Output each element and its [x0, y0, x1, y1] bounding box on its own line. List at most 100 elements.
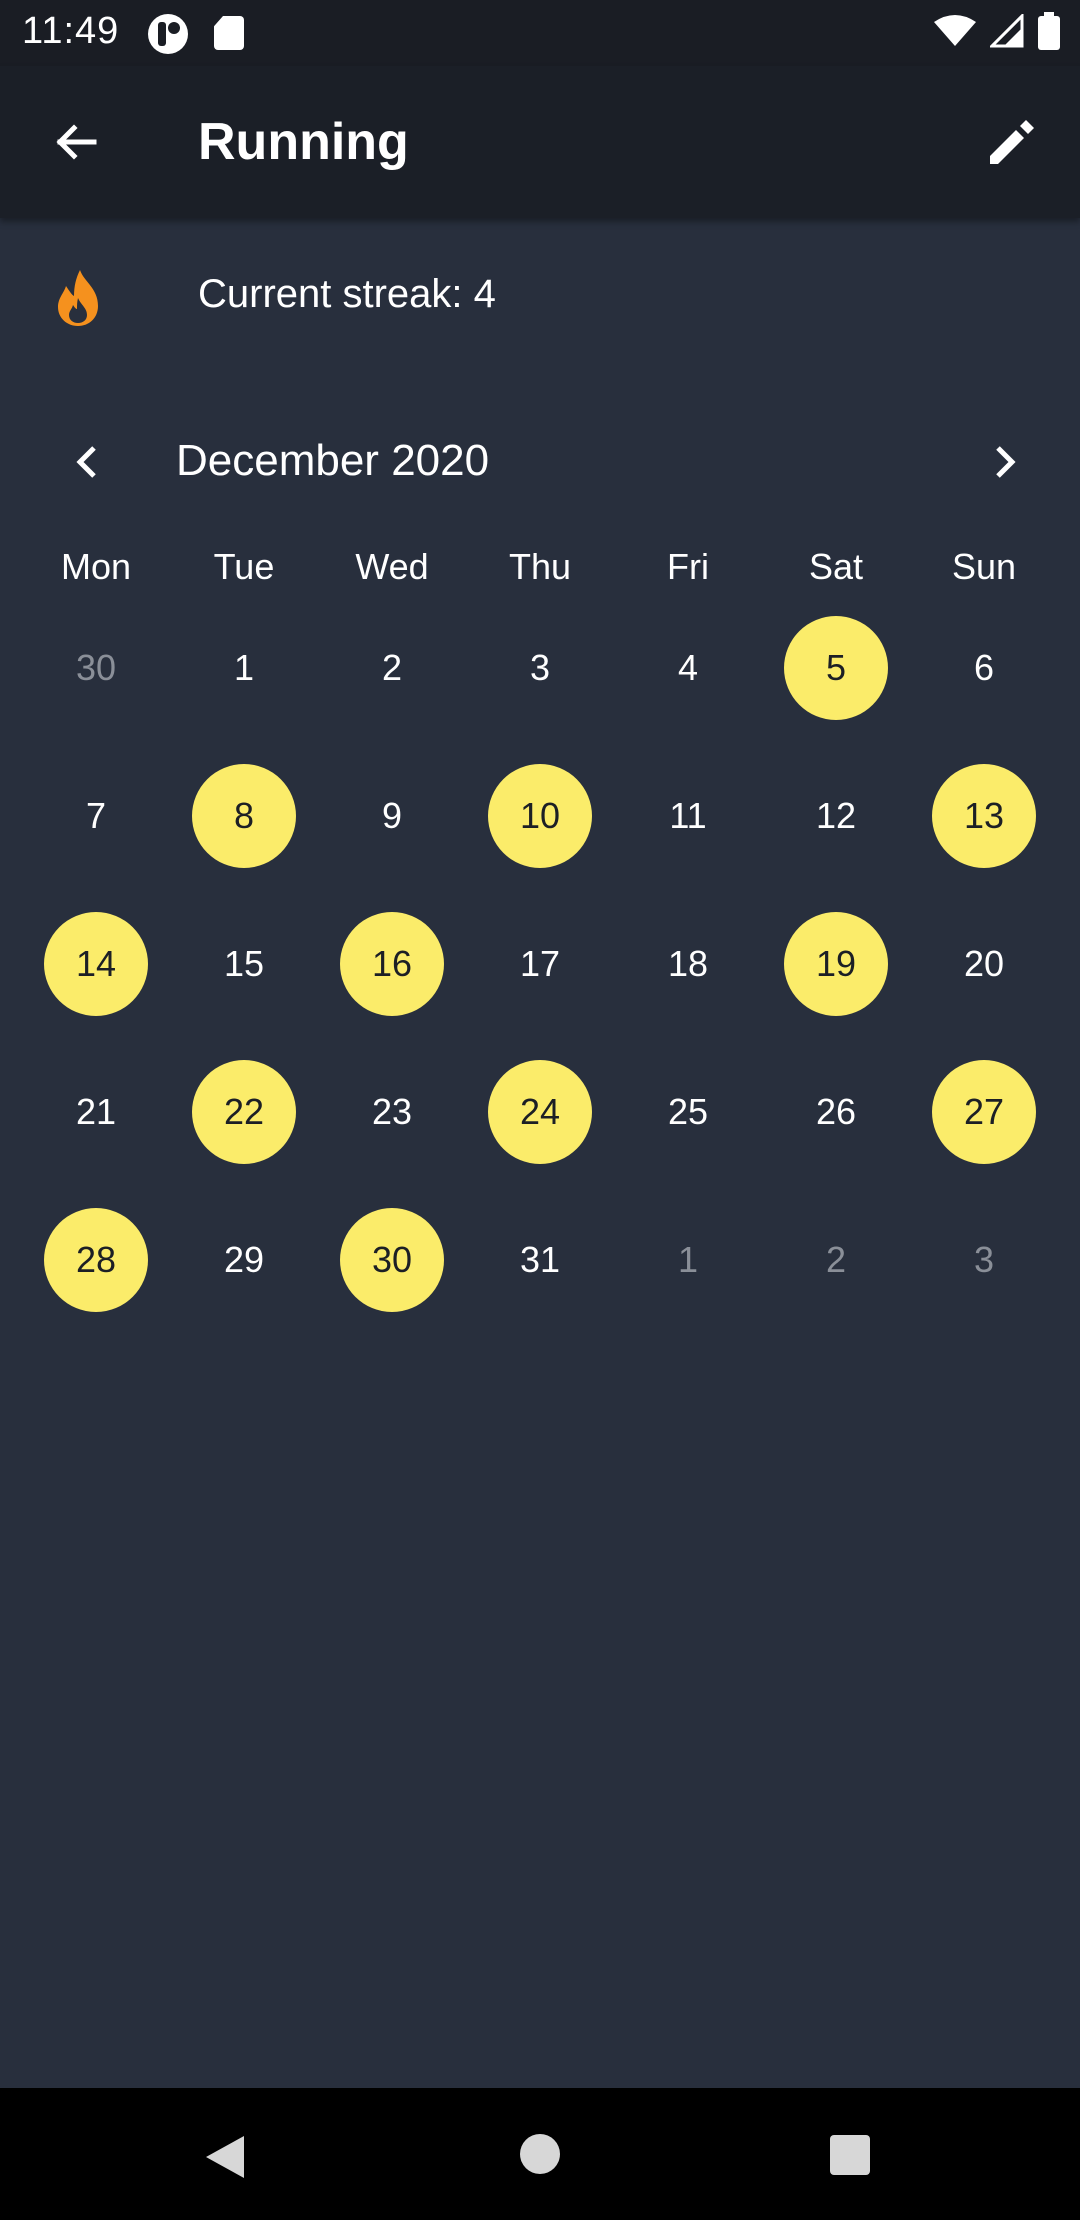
weekday-label: Fri: [667, 546, 709, 587]
day-number: 23: [371, 1091, 413, 1132]
app-notification-icon: [148, 14, 188, 54]
calendar-day[interactable]: 18: [614, 890, 762, 1038]
wifi-icon: [934, 15, 976, 46]
calendar-day[interactable]: 29: [170, 1186, 318, 1334]
day-number: 22: [192, 1060, 296, 1164]
calendar-day-outside-month[interactable]: 2: [762, 1186, 910, 1334]
day-number: 25: [667, 1091, 709, 1132]
day-number: 31: [519, 1239, 561, 1280]
day-number: 10: [488, 764, 592, 868]
calendar-day[interactable]: 23: [318, 1038, 466, 1186]
day-number: 8: [192, 764, 296, 868]
calendar-day[interactable]: 9: [318, 742, 466, 890]
streak-row: Current streak: 4: [0, 258, 1080, 338]
day-number: 27: [932, 1060, 1036, 1164]
day-number: 16: [340, 912, 444, 1016]
calendar-day-completed[interactable]: 27: [910, 1038, 1058, 1186]
day-number: 28: [44, 1208, 148, 1312]
pencil-icon: [990, 120, 1034, 164]
calendar-day[interactable]: 20: [910, 890, 1058, 1038]
day-number: 9: [381, 795, 403, 836]
calendar-header: December 2020: [0, 424, 1080, 500]
calendar-day[interactable]: 1: [170, 594, 318, 742]
weekday-header-row: Mon Tue Wed Thu Fri Sat Sun: [22, 546, 1058, 596]
weekday-label: Thu: [508, 546, 572, 587]
calendar-day[interactable]: 12: [762, 742, 910, 890]
arrow-back-icon: [56, 124, 97, 160]
calendar-day[interactable]: 3: [466, 594, 614, 742]
weekday-label: Sat: [808, 546, 864, 587]
calendar-day-outside-month[interactable]: 3: [910, 1186, 1058, 1334]
calendar-day[interactable]: 15: [170, 890, 318, 1038]
calendar-day-completed[interactable]: 10: [466, 742, 614, 890]
day-number: 26: [815, 1091, 857, 1132]
day-number: 20: [963, 943, 1005, 984]
nav-recents-icon[interactable]: [830, 2135, 870, 2175]
current-streak: Current streak: 4: [198, 272, 496, 316]
calendar-week-row: 21 22 23 24 25 26 27: [22, 1038, 1058, 1186]
status-time: 11:49: [22, 10, 120, 52]
calendar-day-completed[interactable]: 22: [170, 1038, 318, 1186]
calendar-day[interactable]: 17: [466, 890, 614, 1038]
calendar-day-completed[interactable]: 28: [22, 1186, 170, 1334]
day-number: 3: [973, 1239, 995, 1280]
flame-icon: [58, 270, 98, 326]
calendar-grid: 30 1 2 3 4 5 6 7 8 9 10 11 12 13 14 15 16 17 18 19 20 21 22 23 2…: [22, 594, 1058, 1334]
day-number: 2: [381, 647, 403, 688]
nav-home-icon[interactable]: [520, 2134, 560, 2174]
previous-month-button[interactable]: [56, 430, 120, 494]
calendar-day[interactable]: 11: [614, 742, 762, 890]
calendar-day[interactable]: 25: [614, 1038, 762, 1186]
calendar-day-completed[interactable]: 19: [762, 890, 910, 1038]
calendar-day-outside-month[interactable]: 1: [614, 1186, 762, 1334]
day-number: 24: [488, 1060, 592, 1164]
calendar-day[interactable]: 21: [22, 1038, 170, 1186]
chevron-left-icon: [76, 446, 96, 478]
calendar-day-completed[interactable]: 14: [22, 890, 170, 1038]
day-number: 1: [677, 1239, 699, 1280]
day-number: 30: [75, 647, 117, 688]
day-number: 1: [233, 647, 255, 688]
calendar-day-completed[interactable]: 16: [318, 890, 466, 1038]
day-number: 3: [529, 647, 551, 688]
page-title: Running: [198, 113, 409, 171]
day-number: 7: [85, 795, 107, 836]
next-month-button[interactable]: [972, 430, 1036, 494]
calendar-day-outside-month[interactable]: 30: [22, 594, 170, 742]
calendar-day[interactable]: 7: [22, 742, 170, 890]
calendar-day[interactable]: 2: [318, 594, 466, 742]
day-number: 11: [669, 795, 707, 836]
day-number: 13: [932, 764, 1036, 868]
status-bar: 11:49: [0, 0, 1080, 66]
status-icons: [934, 12, 1060, 50]
calendar-week-row: 28 29 30 31 1 2 3: [22, 1186, 1058, 1334]
day-number: 17: [519, 943, 561, 984]
day-number: 12: [815, 795, 857, 836]
calendar-day-completed[interactable]: 13: [910, 742, 1058, 890]
calendar-day-completed[interactable]: 5: [762, 594, 910, 742]
sd-card-icon: [214, 16, 244, 50]
weekday-label: Wed: [355, 546, 429, 587]
day-number: 19: [784, 912, 888, 1016]
calendar-day[interactable]: 4: [614, 594, 762, 742]
day-number: 29: [223, 1239, 265, 1280]
calendar-day[interactable]: 26: [762, 1038, 910, 1186]
weekday-label: Mon: [60, 546, 132, 587]
calendar-day[interactable]: 6: [910, 594, 1058, 742]
back-button[interactable]: [44, 110, 108, 174]
chevron-right-icon: [996, 446, 1016, 478]
weekday-label: Sun: [951, 546, 1017, 587]
day-number: 21: [75, 1091, 117, 1132]
edit-button[interactable]: [980, 110, 1044, 174]
system-nav-bar: [0, 2088, 1080, 2220]
calendar-week-row: 7 8 9 10 11 12 13: [22, 742, 1058, 890]
calendar-day-completed[interactable]: 30: [318, 1186, 466, 1334]
day-number: 2: [825, 1239, 847, 1280]
calendar-day-completed[interactable]: 24: [466, 1038, 614, 1186]
nav-back-icon[interactable]: [204, 2134, 246, 2180]
day-number: 18: [667, 943, 709, 984]
calendar-day[interactable]: 31: [466, 1186, 614, 1334]
day-number: 6: [973, 647, 995, 688]
battery-icon: [1038, 12, 1060, 50]
calendar-day-completed[interactable]: 8: [170, 742, 318, 890]
